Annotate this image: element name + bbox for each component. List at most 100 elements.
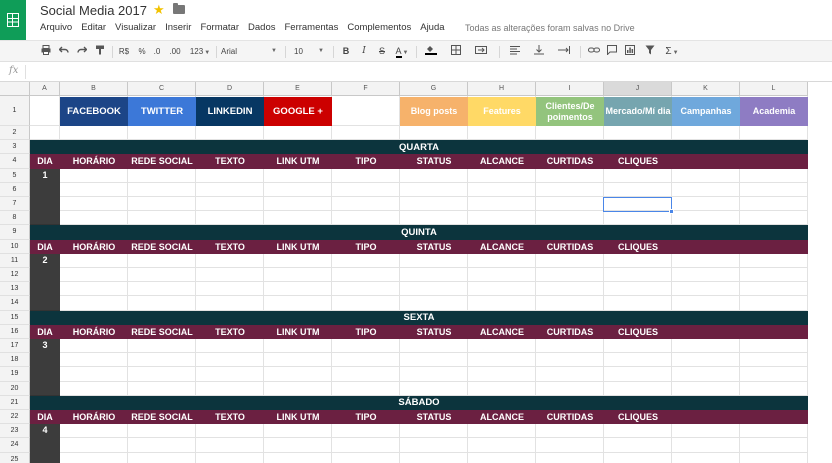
cell-e18[interactable] xyxy=(264,353,332,368)
cell-a2[interactable] xyxy=(30,126,60,141)
cell-i18[interactable] xyxy=(536,353,604,368)
fill-handle[interactable] xyxy=(669,209,674,215)
cell-l2[interactable] xyxy=(740,126,808,141)
column-header-d[interactable]: D xyxy=(196,82,264,96)
cell-l8[interactable] xyxy=(740,211,808,226)
column-header-l[interactable]: L xyxy=(740,82,808,96)
cell-k5[interactable] xyxy=(672,168,740,183)
cell-c5[interactable] xyxy=(128,168,196,183)
redo-icon[interactable] xyxy=(76,45,88,58)
cell-b19[interactable] xyxy=(60,367,128,382)
row-header-15[interactable]: 15 xyxy=(0,310,30,325)
row-header-7[interactable]: 7 xyxy=(0,197,30,212)
cell-d11[interactable] xyxy=(196,253,264,268)
category-button-blog-posts[interactable]: Blog posts xyxy=(400,97,468,126)
cell-k23[interactable] xyxy=(672,424,740,439)
insert-comment-icon[interactable] xyxy=(605,45,619,58)
cell-f17[interactable] xyxy=(332,339,400,354)
cell-c12[interactable] xyxy=(128,268,196,283)
formula-input[interactable] xyxy=(30,65,820,79)
cell-i17[interactable] xyxy=(536,339,604,354)
cell-f13[interactable] xyxy=(332,282,400,297)
menu-editar[interactable]: Editar xyxy=(81,22,106,38)
cell-l6[interactable] xyxy=(740,182,808,197)
row-header-6[interactable]: 6 xyxy=(0,182,30,197)
cell-i13[interactable] xyxy=(536,282,604,297)
menu-dados[interactable]: Dados xyxy=(248,22,275,38)
cell-b18[interactable] xyxy=(60,353,128,368)
day-number-3[interactable]: 3 xyxy=(30,339,60,396)
cell-e19[interactable] xyxy=(264,367,332,382)
cell-k24[interactable] xyxy=(672,438,740,453)
cell-h24[interactable] xyxy=(468,438,536,453)
cell-c24[interactable] xyxy=(128,438,196,453)
font-family-select[interactable]: Arial ▼ xyxy=(221,45,279,58)
cell-j5[interactable] xyxy=(604,168,672,183)
social-button-google[interactable]: GOOGLE + xyxy=(264,97,332,126)
cell-j17[interactable] xyxy=(604,339,672,354)
menu-visualizar[interactable]: Visualizar xyxy=(115,22,156,38)
cell-d8[interactable] xyxy=(196,211,264,226)
cell-f5[interactable] xyxy=(332,168,400,183)
social-button-linkedin[interactable]: LINKEDIN xyxy=(196,97,264,126)
cell-d20[interactable] xyxy=(196,381,264,396)
row-header-10[interactable]: 10 xyxy=(0,239,30,254)
menu-inserir[interactable]: Inserir xyxy=(165,22,191,38)
cell-d14[interactable] xyxy=(196,296,264,311)
row-header-19[interactable]: 19 xyxy=(0,367,30,382)
cell-l23[interactable] xyxy=(740,424,808,439)
cell-e8[interactable] xyxy=(264,211,332,226)
cell-f2[interactable] xyxy=(332,126,400,141)
cell-k18[interactable] xyxy=(672,353,740,368)
cell-f25[interactable] xyxy=(332,452,400,463)
cell-k8[interactable] xyxy=(672,211,740,226)
cell-f20[interactable] xyxy=(332,381,400,396)
cell-l18[interactable] xyxy=(740,353,808,368)
cell-i19[interactable] xyxy=(536,367,604,382)
cell-i23[interactable] xyxy=(536,424,604,439)
cell-c17[interactable] xyxy=(128,339,196,354)
fill-color-icon[interactable] xyxy=(423,45,439,58)
cell-i24[interactable] xyxy=(536,438,604,453)
cell-g6[interactable] xyxy=(400,182,468,197)
cell-e6[interactable] xyxy=(264,182,332,197)
cell-b24[interactable] xyxy=(60,438,128,453)
day-number-2[interactable]: 2 xyxy=(30,253,60,311)
social-button-twitter[interactable]: TWITTER xyxy=(128,97,196,126)
column-header-h[interactable]: H xyxy=(468,82,536,96)
cell-j19[interactable] xyxy=(604,367,672,382)
cell-h23[interactable] xyxy=(468,424,536,439)
category-button-clientes-de-poimentos[interactable]: Clientes/De poimentos xyxy=(536,97,604,126)
cell-i8[interactable] xyxy=(536,211,604,226)
cell-i14[interactable] xyxy=(536,296,604,311)
cell-b14[interactable] xyxy=(60,296,128,311)
cell-c19[interactable] xyxy=(128,367,196,382)
increase-decimal-button[interactable]: .00 xyxy=(167,45,183,58)
column-header-g[interactable]: G xyxy=(400,82,468,96)
cell-e11[interactable] xyxy=(264,253,332,268)
font-size-select[interactable]: 10 ▼ xyxy=(294,45,324,58)
cell-f7[interactable] xyxy=(332,197,400,212)
column-header-b[interactable]: B xyxy=(60,82,128,96)
italic-button[interactable]: I xyxy=(358,45,370,58)
cell-d13[interactable] xyxy=(196,282,264,297)
cell-e25[interactable] xyxy=(264,452,332,463)
row-header-13[interactable]: 13 xyxy=(0,282,30,297)
insert-chart-icon[interactable] xyxy=(623,45,637,58)
cell-j8[interactable] xyxy=(604,211,672,226)
menu-arquivo[interactable]: Arquivo xyxy=(40,22,72,38)
cell-e23[interactable] xyxy=(264,424,332,439)
cell-g17[interactable] xyxy=(400,339,468,354)
cell-d17[interactable] xyxy=(196,339,264,354)
cell-g2[interactable] xyxy=(400,126,468,141)
row-header-24[interactable]: 24 xyxy=(0,438,30,453)
cell-k25[interactable] xyxy=(672,452,740,463)
selected-cell-indicator[interactable] xyxy=(603,197,672,213)
row-header-18[interactable]: 18 xyxy=(0,353,30,368)
cell-g19[interactable] xyxy=(400,367,468,382)
cell-l7[interactable] xyxy=(740,197,808,212)
cell-g11[interactable] xyxy=(400,253,468,268)
cell-h7[interactable] xyxy=(468,197,536,212)
merge-cells-icon[interactable] xyxy=(471,45,491,58)
cell-b2[interactable] xyxy=(60,126,128,141)
